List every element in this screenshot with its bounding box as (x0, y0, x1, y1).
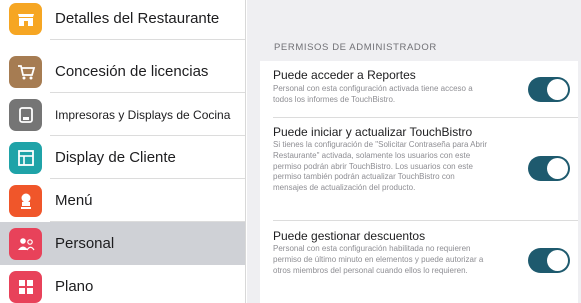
sidebar-item-floor-plan[interactable]: Plano (0, 265, 245, 303)
reports-toggle[interactable] (528, 77, 570, 102)
sidebar-item-menu[interactable]: Menú (0, 179, 245, 222)
permission-title: Puede acceder a Reportes (273, 68, 416, 82)
cart-icon (9, 55, 42, 88)
permission-title: Puede iniciar y actualizar TouchBistro (273, 125, 473, 139)
chef-icon (9, 184, 42, 217)
storefront-icon (9, 2, 42, 35)
sidebar-item-label: Display de Cliente (55, 149, 176, 166)
permissions-panel: Puede acceder a Reportes Personal con es… (260, 61, 578, 303)
sidebar-item-label: Personal (55, 235, 115, 252)
sidebar-item-printers[interactable]: Impresoras y Displays de Cocina (0, 93, 245, 136)
toggle-knob (547, 79, 568, 100)
permission-row-reports: Puede acceder a Reportes Personal con es… (260, 61, 578, 118)
permission-description: Personal con esta configuración habilita… (273, 244, 484, 275)
display-icon (9, 141, 42, 174)
settings-sidebar: Detalles del Restaurante Concesión de li… (0, 0, 246, 303)
toggle-knob (547, 250, 568, 271)
sidebar-item-staff[interactable]: Personal (0, 222, 245, 265)
sidebar-item-customer-display[interactable]: Display de Cliente (0, 136, 245, 179)
permission-title: Puede gestionar descuentos (273, 229, 426, 243)
permission-description: Personal con esta configuración activada… (273, 84, 473, 104)
start-update-toggle[interactable] (528, 156, 570, 181)
sidebar-item-label: Plano (55, 278, 94, 295)
permission-row-start-update: Puede iniciar y actualizar TouchBistro S… (260, 118, 578, 221)
toggle-knob (547, 158, 568, 179)
people-icon (9, 227, 42, 260)
section-title: PERMISOS DE ADMINISTRADOR (274, 42, 437, 53)
sidebar-item-label: Menú (55, 192, 93, 209)
divider (50, 39, 245, 40)
permission-description: Si tienes la configuración de "Solicitar… (273, 140, 488, 193)
sidebar-item-licensing[interactable]: Concesión de licencias (0, 50, 245, 93)
permission-row-discounts: Puede gestionar descuentos Personal con … (260, 221, 578, 303)
sidebar-item-label: Concesión de licencias (55, 63, 209, 80)
sidebar-item-restaurant-details[interactable]: Detalles del Restaurante (0, 0, 245, 40)
discounts-toggle[interactable] (528, 248, 570, 273)
printer-icon (9, 98, 42, 131)
floorplan-icon (9, 270, 42, 303)
permissions-content: PERMISOS DE ADMINISTRADOR Puede acceder … (247, 0, 581, 303)
sidebar-item-label: Detalles del Restaurante (55, 10, 220, 27)
sidebar-item-label: Impresoras y Displays de Cocina (55, 107, 231, 122)
